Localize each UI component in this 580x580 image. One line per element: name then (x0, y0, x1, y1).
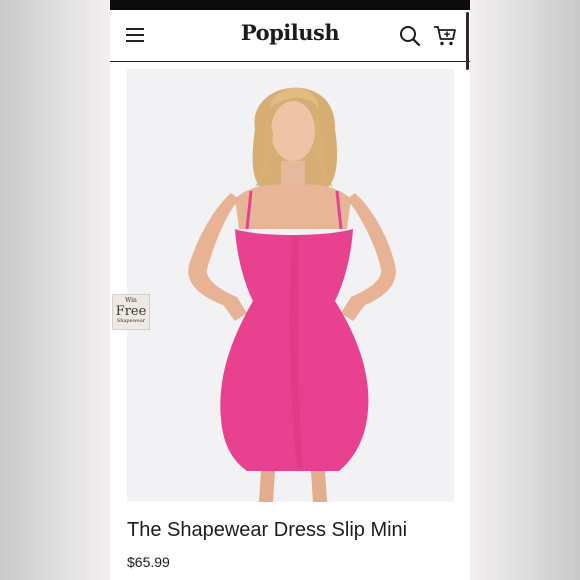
brand-logo[interactable]: Popilush (230, 20, 350, 45)
hamburger-line (126, 40, 144, 42)
blurred-background-left (0, 0, 110, 580)
hamburger-line (126, 34, 144, 36)
scrollbar[interactable] (466, 12, 469, 70)
site-header: Popilush (110, 10, 470, 62)
status-bar (110, 0, 470, 10)
blurred-background-right (470, 0, 580, 580)
menu-button[interactable] (124, 26, 146, 44)
model-wearing-pink-dress-image (188, 87, 396, 502)
phone-screen: Popilush Win Free Shapewear The Shapewea… (110, 0, 470, 580)
search-icon (400, 26, 421, 47)
badge-line-3: Shapewear (116, 318, 146, 324)
cart-icon (434, 26, 456, 46)
hamburger-menu-icon (126, 28, 144, 30)
product-image[interactable] (127, 69, 454, 502)
cart-button[interactable] (432, 23, 458, 49)
search-button[interactable] (398, 24, 422, 48)
win-free-shapewear-badge[interactable]: Win Free Shapewear (112, 294, 150, 330)
badge-line-2: Free (115, 304, 147, 319)
product-price: $65.99 (127, 554, 170, 570)
product-title: The Shapewear Dress Slip Mini (127, 519, 408, 541)
